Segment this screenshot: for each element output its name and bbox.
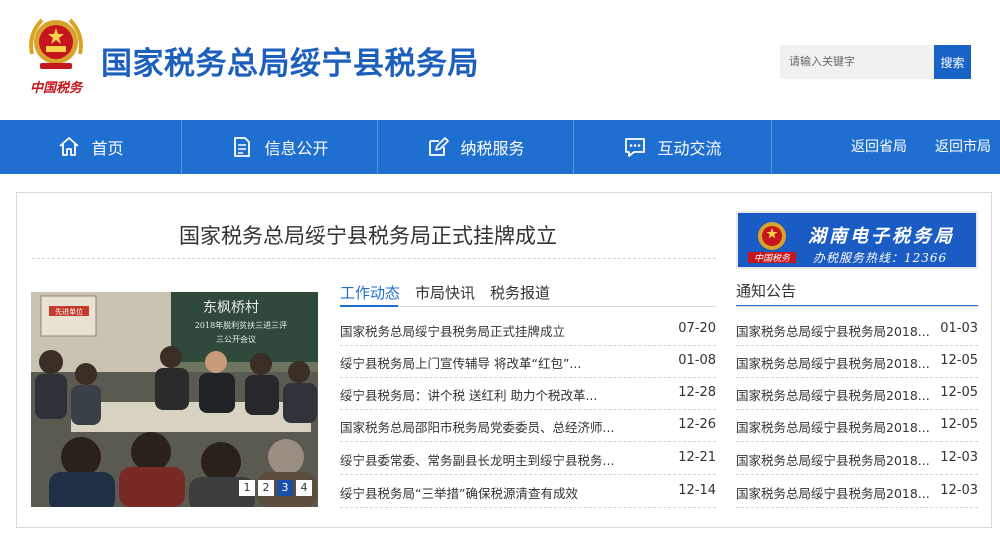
board-text: 2018年脱利贫扶三进三评 [195, 320, 287, 330]
news-date: 12-14 [678, 483, 716, 498]
notice-list-item[interactable]: 国家税务总局绥宁县税务局2018... 12-03 [736, 443, 978, 475]
slide-dot[interactable]: 2 [258, 480, 274, 496]
news-list-item[interactable]: 国家税务总局邵阳市税务局党委委员、总经济师... 12-26 [340, 410, 716, 442]
banner-logo-caption: 中国税务 [754, 253, 791, 264]
nav-item-label: 信息公开 [264, 139, 329, 158]
banner-title: 湖南电子税务局 [808, 226, 955, 247]
nav-link-city[interactable]: 返回市局 [935, 120, 991, 174]
notice-date: 01-03 [940, 321, 978, 336]
logo-caption: 中国税务 [30, 80, 84, 96]
home-icon [59, 137, 80, 156]
notice-date: 12-05 [940, 385, 978, 400]
banner-hotline: 办税服务热线：12366 [813, 251, 948, 265]
news-title: 国家税务总局绥宁县税务局正式挂牌成立 [340, 324, 566, 339]
news-title: 绥宁县委常委、常务副县长龙明主到绥宁县税务... [340, 453, 615, 468]
search-input[interactable] [780, 45, 934, 79]
tax-emblem-logo[interactable]: 中国税务 [22, 10, 90, 102]
notice-list-item[interactable]: 国家税务总局绥宁县税务局2018... 12-03 [736, 476, 978, 508]
news-slideshow-photo[interactable]: 先进单位 东枫桥村 2018年脱利贫扶三进三评 三公开会议 [31, 292, 318, 507]
news-title: 绥宁县税务局“三举措”确保税源清查有成效 [340, 486, 578, 501]
search-button[interactable]: 搜索 [934, 45, 971, 79]
nav-item-info[interactable]: 信息公开 [182, 120, 378, 174]
tab-tax-reports[interactable]: 税务报道 [490, 282, 550, 303]
document-icon [234, 137, 251, 157]
notice-title: 国家税务总局绥宁县税务局2018... [736, 420, 930, 435]
notice-list-item[interactable]: 国家税务总局绥宁县税务局2018... 12-05 [736, 410, 978, 442]
notice-date: 12-03 [940, 483, 978, 498]
notice-list-item[interactable]: 国家税务总局绥宁县税务局2018... 12-05 [736, 346, 978, 378]
news-title: 绥宁县税务局：讲个税 送红利 助力个税改革... [340, 388, 598, 403]
news-date: 07-20 [678, 321, 716, 336]
news-date: 12-21 [678, 450, 716, 465]
news-list-item[interactable]: 绥宁县税务局“三举措”确保税源清查有成效 12-14 [340, 476, 716, 508]
notice-date: 12-05 [940, 417, 978, 432]
edit-icon [429, 137, 450, 156]
news-list-item[interactable]: 绥宁县税务局：讲个税 送红利 助力个税改革... 12-28 [340, 378, 716, 410]
nav-item-home[interactable]: 首页 [0, 120, 182, 174]
notices-heading-underline [736, 305, 978, 306]
news-list-item[interactable]: 绥宁县税务局上门宣传辅导 将改革“红包”... 01-08 [340, 346, 716, 378]
chat-icon [625, 138, 646, 157]
notice-title: 国家税务总局绥宁县税务局2018... [736, 388, 930, 403]
nav-item-interaction[interactable]: 互动交流 [574, 120, 772, 174]
tab-city-news[interactable]: 市局快讯 [415, 282, 475, 303]
notice-title: 国家税务总局绥宁县税务局2018... [736, 356, 930, 371]
news-title: 绥宁县税务局上门宣传辅导 将改革“红包”... [340, 356, 582, 371]
nav-item-label: 互动交流 [657, 139, 722, 158]
notice-title: 国家税务总局绥宁县税务局2018... [736, 486, 930, 501]
slide-dot[interactable]: 1 [239, 480, 255, 496]
divider [736, 306, 978, 307]
headline-link[interactable]: 国家税务总局绥宁县税务局正式挂牌成立 [179, 220, 557, 250]
main-nav: 首页 信息公开 纳税服务 互动交流 返回省局 返回市局 [0, 120, 1000, 174]
notice-title: 国家税务总局绥宁县税务局2018... [736, 324, 930, 339]
news-list-item[interactable]: 国家税务总局绥宁县税务局正式挂牌成立 07-20 [340, 314, 716, 346]
tab-work-news[interactable]: 工作动态 [340, 282, 400, 303]
notice-list-item[interactable]: 国家税务总局绥宁县税务局2018... 12-05 [736, 378, 978, 410]
news-list-item[interactable]: 绥宁县委常委、常务副县长龙明主到绥宁县税务... 12-21 [340, 443, 716, 475]
slide-dot-active[interactable]: 3 [277, 480, 293, 496]
active-tab-indicator [340, 305, 398, 307]
hunan-etax-banner[interactable]: 中国税务 湖南电子税务局 办税服务热线：12366 [736, 211, 978, 269]
nav-item-service[interactable]: 纳税服务 [378, 120, 574, 174]
news-date: 12-26 [678, 417, 716, 432]
slide-dot[interactable]: 4 [296, 480, 312, 496]
notices-heading[interactable]: 通知公告 [736, 280, 796, 301]
news-date: 01-08 [678, 353, 716, 368]
nav-item-label: 纳税服务 [460, 139, 525, 158]
tax-emblem-icon: 中国税务 [748, 222, 796, 264]
site-header: 中国税务 国家税务总局绥宁县税务局 搜索 [0, 0, 1000, 120]
nav-link-province[interactable]: 返回省局 [851, 120, 907, 174]
nav-item-label: 首页 [91, 139, 124, 158]
notice-list-item[interactable]: 国家税务总局绥宁县税务局2018... 01-03 [736, 314, 978, 346]
slideshow-pagination: 1 2 3 4 [239, 480, 312, 496]
news-title: 国家税务总局邵阳市税务局党委委员、总经济师... [340, 420, 615, 435]
news-date: 12-28 [678, 385, 716, 400]
notice-date: 12-05 [940, 353, 978, 368]
board-text: 东枫桥村 [203, 300, 259, 316]
sign-text: 先进单位 [55, 307, 83, 316]
notice-date: 12-03 [940, 450, 978, 465]
board-text: 三公开会议 [216, 334, 256, 344]
divider [32, 258, 716, 259]
site-title[interactable]: 国家税务总局绥宁县税务局 [101, 38, 479, 83]
notice-title: 国家税务总局绥宁县税务局2018... [736, 453, 930, 468]
